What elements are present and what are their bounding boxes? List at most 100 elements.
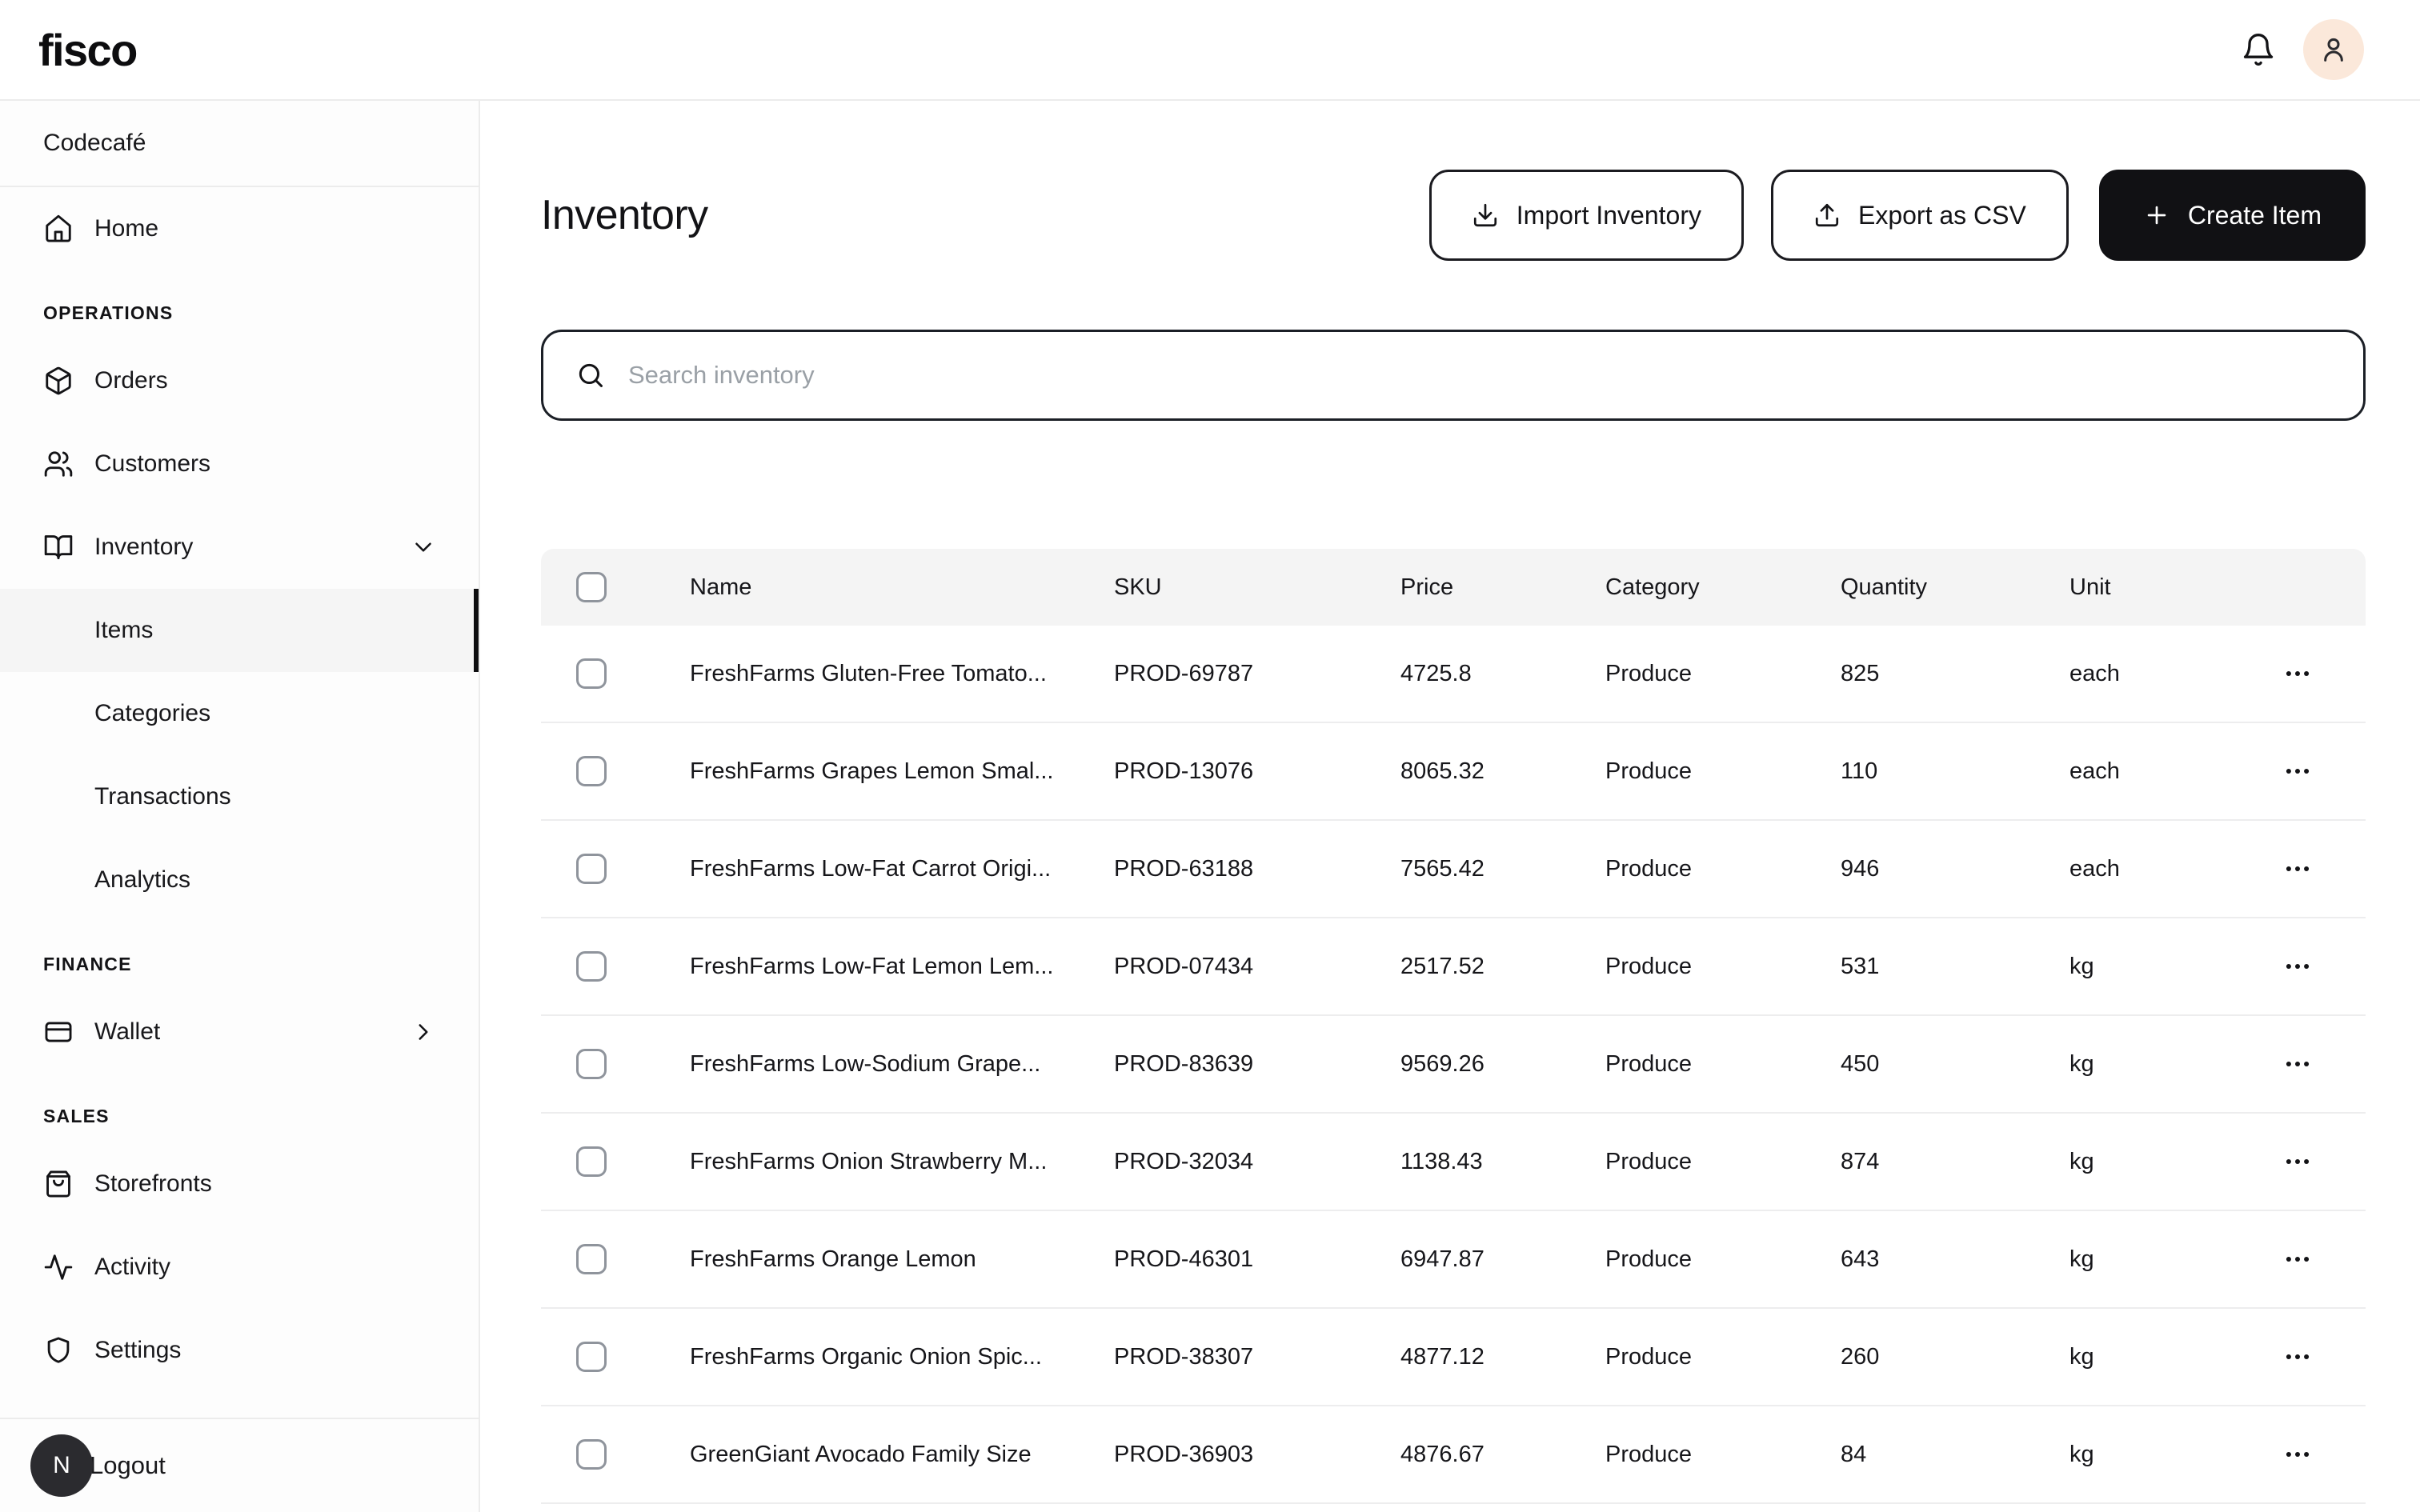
column-header-quantity: Quantity [1841, 574, 2069, 601]
row-actions-button[interactable] [2273, 1332, 2322, 1382]
row-checkbox[interactable] [576, 1439, 607, 1470]
ellipsis-icon [2282, 756, 2313, 786]
cell-unit: each [2069, 856, 2230, 882]
cell-actions [2230, 844, 2366, 894]
cell-category: Produce [1605, 1149, 1841, 1175]
table-row: FreshFarms Grapes Lemon Smal... PROD-130… [541, 723, 2366, 821]
row-actions-button[interactable] [2273, 649, 2322, 698]
row-checkbox[interactable] [576, 1244, 607, 1274]
cell-sku: PROD-38307 [1114, 1344, 1400, 1370]
sidebar-item-activity[interactable]: Activity [0, 1226, 479, 1309]
row-checkbox[interactable] [576, 951, 607, 982]
download-icon [1472, 202, 1499, 229]
row-checkbox[interactable] [576, 1146, 607, 1177]
package-icon [43, 366, 74, 396]
logout-button[interactable]: Logout [90, 1451, 166, 1480]
cell-price: 8065.32 [1400, 758, 1605, 785]
cell-sku: PROD-69787 [1114, 661, 1400, 687]
pulse-icon [43, 1252, 74, 1282]
bell-icon [2241, 32, 2276, 67]
search-input[interactable] [628, 361, 2331, 390]
cell-name: FreshFarms Orange Lemon [690, 1246, 1114, 1273]
row-checkbox-cell [541, 1439, 690, 1470]
cell-unit: kg [2069, 1344, 2230, 1370]
sidebar-item-label: Items [94, 617, 153, 644]
table-row: FreshFarms Organic Onion Spic... PROD-38… [541, 1309, 2366, 1406]
export-csv-button[interactable]: Export as CSV [1771, 170, 2069, 261]
row-checkbox[interactable] [576, 1049, 607, 1079]
sidebar-item-storefronts[interactable]: Storefronts [0, 1142, 479, 1226]
sidebar-item-categories[interactable]: Categories [0, 672, 479, 755]
cell-price: 4876.67 [1400, 1442, 1605, 1468]
sidebar-footer: N Logout [0, 1418, 479, 1512]
cell-price: 6947.87 [1400, 1246, 1605, 1273]
app-logo: fisco [38, 24, 137, 76]
notifications-button[interactable] [2241, 32, 2276, 67]
cell-category: Produce [1605, 1246, 1841, 1273]
user-icon [2318, 34, 2350, 66]
cell-price: 4877.12 [1400, 1344, 1605, 1370]
sidebar-item-settings[interactable]: Settings [0, 1309, 479, 1392]
cell-actions [2230, 1332, 2366, 1382]
sidebar-item-items[interactable]: Items [0, 589, 479, 672]
user-avatar[interactable]: N [30, 1434, 93, 1497]
row-actions-button[interactable] [2273, 1039, 2322, 1089]
column-header-unit: Unit [2069, 574, 2230, 601]
cell-quantity: 84 [1841, 1442, 2069, 1468]
sidebar-item-wallet[interactable]: Wallet [0, 990, 479, 1074]
row-checkbox[interactable] [576, 756, 607, 786]
profile-button[interactable] [2303, 19, 2364, 80]
column-header-sku: SKU [1114, 574, 1400, 601]
cell-name: FreshFarms Low-Fat Carrot Origi... [690, 856, 1114, 882]
ellipsis-icon [2282, 951, 2313, 982]
cell-quantity: 874 [1841, 1149, 2069, 1175]
create-item-button[interactable]: Create Item [2099, 170, 2366, 261]
cell-category: Produce [1605, 1344, 1841, 1370]
org-name: Codecafé [43, 130, 146, 157]
row-checkbox[interactable] [576, 1342, 607, 1372]
row-actions-button[interactable] [2273, 1137, 2322, 1186]
table-row: FreshFarms Low-Fat Lemon Lem... PROD-074… [541, 918, 2366, 1016]
row-checkbox[interactable] [576, 658, 607, 689]
cell-actions [2230, 1430, 2366, 1479]
cell-unit: kg [2069, 1442, 2230, 1468]
cell-unit: kg [2069, 1051, 2230, 1078]
cell-category: Produce [1605, 758, 1841, 785]
row-actions-button[interactable] [2273, 942, 2322, 991]
main-content: Inventory Import Inventory Export as CSV… [480, 101, 2420, 1512]
ellipsis-icon [2282, 1146, 2313, 1177]
cell-unit: kg [2069, 1149, 2230, 1175]
sidebar-item-customers[interactable]: Customers [0, 422, 479, 506]
ellipsis-icon [2282, 1244, 2313, 1274]
org-switcher[interactable]: Codecafé [0, 101, 479, 187]
users-icon [43, 449, 74, 479]
sidebar-item-label: Settings [94, 1337, 181, 1364]
row-actions-button[interactable] [2273, 844, 2322, 894]
chevron-down-icon [410, 534, 437, 561]
sidebar-item-orders[interactable]: Orders [0, 339, 479, 422]
row-checkbox[interactable] [576, 854, 607, 884]
row-checkbox-cell [541, 951, 690, 982]
cell-unit: kg [2069, 1246, 2230, 1273]
table-row: FreshFarms Low-Sodium Grape... PROD-8363… [541, 1016, 2366, 1114]
sidebar-item-transactions[interactable]: Transactions [0, 755, 479, 838]
select-all-checkbox[interactable] [576, 572, 607, 602]
credit-card-icon [43, 1017, 74, 1047]
table-row: FreshFarms Gluten-Free Tomato... PROD-69… [541, 626, 2366, 723]
cell-actions [2230, 746, 2366, 796]
row-actions-button[interactable] [2273, 746, 2322, 796]
ellipsis-icon [2282, 1049, 2313, 1079]
import-inventory-button[interactable]: Import Inventory [1429, 170, 1744, 261]
ellipsis-icon [2282, 658, 2313, 689]
sidebar-section-operations: OPERATIONS [0, 270, 479, 339]
cell-name: FreshFarms Organic Onion Spic... [690, 1344, 1114, 1370]
cell-name: FreshFarms Onion Strawberry M... [690, 1149, 1114, 1175]
sidebar-item-analytics[interactable]: Analytics [0, 838, 479, 922]
sidebar-item-inventory[interactable]: Inventory [0, 506, 479, 589]
sidebar-section-sales: SALES [0, 1074, 479, 1142]
row-actions-button[interactable] [2273, 1430, 2322, 1479]
sidebar-item-home[interactable]: Home [0, 187, 479, 270]
cell-price: 1138.43 [1400, 1149, 1605, 1175]
row-actions-button[interactable] [2273, 1234, 2322, 1284]
column-header-price: Price [1400, 574, 1605, 601]
